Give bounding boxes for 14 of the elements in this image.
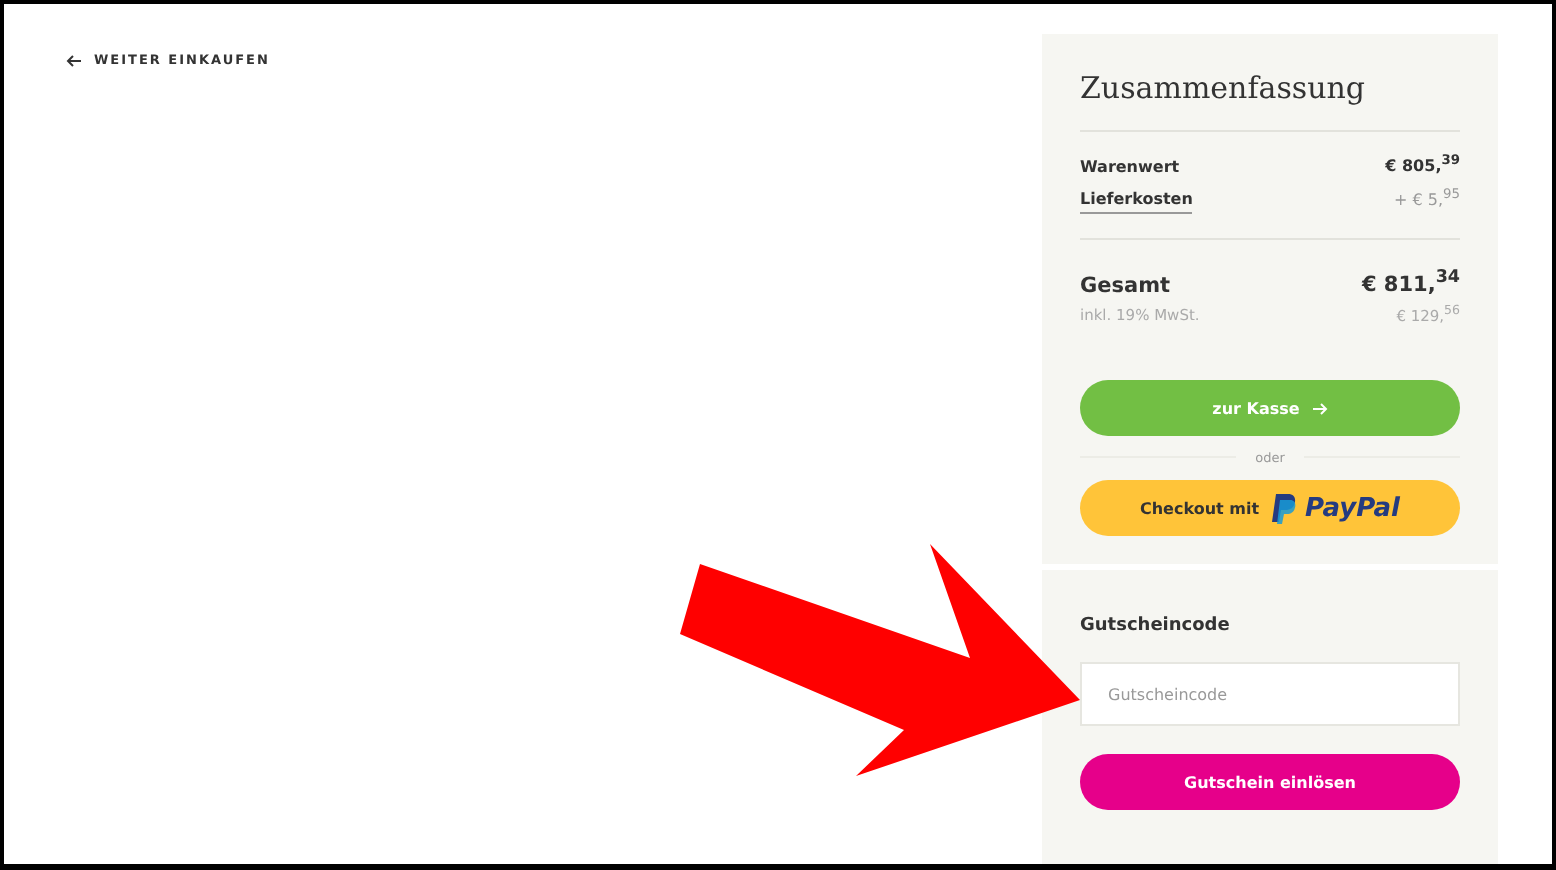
total-label: Gesamt — [1080, 273, 1171, 298]
paypal-button[interactable]: Checkout mit PayPal — [1080, 480, 1460, 537]
arrow-left-icon — [66, 53, 82, 67]
row-value: € 805,$^{39}$ — [1385, 152, 1460, 176]
redeem-voucher-button[interactable]: Gutschein einlösen — [1080, 754, 1460, 811]
shipping-link[interactable]: Lieferkosten — [1080, 190, 1193, 215]
row-value: + € 5,$^{95}$ — [1394, 185, 1460, 209]
arrow-right-icon — [1311, 401, 1328, 416]
total-value: € 811,$^{34}$ — [1361, 268, 1460, 298]
voucher-title: Gutscheincode — [1080, 616, 1232, 637]
voucher-input-field[interactable]: Gutscheincode — [1080, 662, 1460, 727]
row-label: Warenwert — [1080, 157, 1180, 176]
summary-title: Zusammenfassung — [1080, 70, 1460, 132]
paypal-p-icon — [1269, 493, 1296, 524]
